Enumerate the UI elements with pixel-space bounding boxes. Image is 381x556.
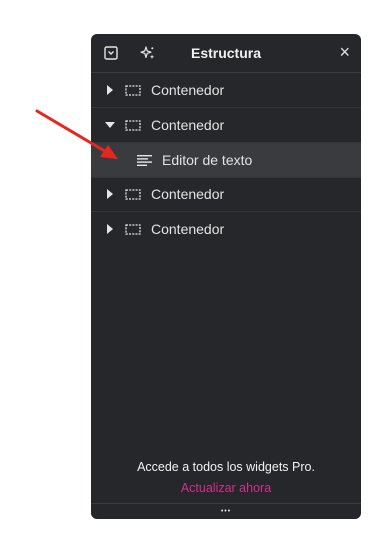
upgrade-link[interactable]: Actualizar ahora [91,481,361,495]
tree-item-contenedor-2[interactable]: Contenedor [91,108,361,143]
structure-panel: Estructura × Contenedor Contenedor Edito… [91,34,361,519]
tree-item-contenedor-4[interactable]: Contenedor [91,212,361,246]
container-icon [125,188,141,200]
text-editor-icon [136,154,152,166]
tree-item-label: Contenedor [151,82,225,98]
tree-item-label: Editor de texto [162,152,253,168]
more-options-bar[interactable]: ••• [91,503,361,519]
panel-title: Estructura [190,45,262,61]
tree-item-contenedor-3[interactable]: Contenedor [91,177,361,212]
container-icon [125,84,141,96]
panel-header: Estructura × [91,34,361,73]
tree-item-label: Contenedor [151,221,225,237]
more-dots-icon[interactable]: ••• [221,507,231,517]
caret-right-icon[interactable] [105,85,115,95]
tree-item-label: Contenedor [151,117,225,133]
caret-down-icon[interactable] [105,120,115,130]
container-icon [125,223,141,235]
pro-promo-text: Accede a todos los widgets Pro. [137,460,315,474]
container-icon [125,119,141,131]
tree-item-contenedor-1[interactable]: Contenedor [91,73,361,108]
caret-right-icon[interactable] [105,189,115,199]
caret-right-icon[interactable] [105,224,115,234]
close-icon[interactable]: × [339,43,350,61]
tree-item-label: Contenedor [151,186,225,202]
tree-item-editor-de-texto[interactable]: Editor de texto [91,143,361,178]
screenshot-stage: Estructura × Contenedor Contenedor Edito… [0,0,381,556]
